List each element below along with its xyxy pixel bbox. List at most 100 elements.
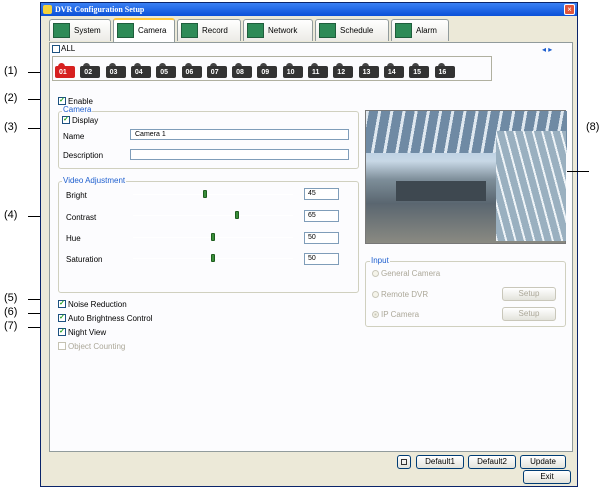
camera-button-05[interactable]: 05: [156, 63, 178, 79]
hue-label: Hue: [66, 234, 81, 243]
camera-preview-image: [365, 110, 567, 244]
camera-button-02[interactable]: 02: [80, 63, 102, 79]
description-field[interactable]: [130, 149, 349, 160]
camera-button-04[interactable]: 04: [130, 63, 153, 79]
contrast-value[interactable]: 65: [304, 210, 339, 222]
app-icon: [43, 5, 52, 14]
contrast-slider-track[interactable]: [133, 215, 293, 216]
tab-schedule[interactable]: Schedule: [315, 19, 389, 41]
exit-button[interactable]: Exit: [523, 470, 571, 484]
system-icon: [53, 23, 70, 38]
remote-dvr-radio[interactable]: [372, 291, 379, 298]
remote-dvr-setup-button[interactable]: Setup: [502, 287, 556, 301]
auto-brightness-label: Auto Brightness Control: [68, 314, 153, 323]
camera-number: 05: [160, 69, 168, 76]
tab-label: Record: [202, 26, 228, 35]
callout-5: (5): [4, 292, 18, 304]
camera-number: 16: [438, 69, 447, 76]
video-adjustment-title: Video Adjustment: [62, 176, 127, 185]
object-counting-checkbox[interactable]: [58, 342, 66, 350]
camera-icon: [117, 23, 134, 38]
input-group-title: Input: [370, 256, 390, 265]
camera-number: 03: [109, 69, 118, 76]
saturation-slider-thumb[interactable]: [211, 254, 215, 262]
contrast-label: Contrast: [66, 213, 97, 222]
camera-number: 14: [387, 69, 396, 76]
schedule-icon: [319, 23, 336, 38]
tab-label: Schedule: [340, 26, 374, 35]
default1-button[interactable]: Default1: [416, 455, 464, 469]
general-camera-radio[interactable]: [372, 270, 379, 277]
camera-button-12[interactable]: 12: [333, 63, 355, 79]
saturation-label: Saturation: [66, 255, 103, 264]
camera-number: 09: [261, 69, 270, 76]
camera-number: 11: [312, 69, 320, 76]
tab-alarm[interactable]: Alarm: [391, 19, 449, 41]
camera-button-15[interactable]: 15: [409, 63, 431, 79]
ip-camera-label: IP Camera: [381, 310, 420, 319]
ip-camera-radio[interactable]: [372, 311, 379, 318]
tab-system[interactable]: System: [49, 19, 111, 41]
enable-checkbox[interactable]: ✓: [58, 97, 66, 105]
camera-button-10[interactable]: 10: [282, 63, 305, 79]
camera-button-16[interactable]: 16: [434, 63, 457, 79]
preview-counter: [396, 181, 486, 201]
general-camera-label: General Camera: [381, 269, 441, 278]
camera-name-field[interactable]: Camera 1: [130, 129, 349, 140]
ip-camera-setup-button[interactable]: Setup: [502, 307, 556, 321]
display-checkbox[interactable]: ✓: [62, 116, 70, 124]
print-button[interactable]: [397, 455, 411, 469]
bright-slider-thumb[interactable]: [203, 190, 207, 198]
callout-7: (7): [4, 320, 18, 332]
contrast-slider-thumb[interactable]: [235, 211, 239, 219]
camera-number: 08: [236, 69, 244, 76]
camera-button-09[interactable]: 09: [257, 63, 279, 79]
camera-settings-panel: ALL ◂ ▸ ✓ Enable Camera ✓ Display Name C…: [49, 42, 589, 469]
tab-camera[interactable]: Camera: [113, 18, 175, 42]
camera-button-06[interactable]: 06: [181, 63, 204, 79]
description-label: Description: [63, 151, 104, 160]
camera-group-title: Camera: [62, 105, 93, 114]
tab-network[interactable]: Network: [243, 19, 313, 41]
name-label: Name: [63, 132, 85, 141]
auto-brightness-checkbox[interactable]: ✓: [58, 314, 66, 322]
night-view-checkbox[interactable]: ✓: [58, 328, 66, 336]
hue-slider-thumb[interactable]: [211, 233, 215, 241]
tab-label: Camera: [138, 26, 167, 35]
camera-number: 12: [337, 69, 346, 76]
camera-button-01[interactable]: 01: [55, 63, 77, 79]
camera-number: 07: [210, 69, 219, 76]
camera-button-11[interactable]: 11: [308, 63, 330, 79]
all-checkbox[interactable]: [52, 45, 60, 53]
default2-button[interactable]: Default2: [468, 455, 516, 469]
tab-label: Network: [268, 26, 298, 35]
camera-button-13[interactable]: 13: [358, 63, 381, 79]
bright-label: Bright: [66, 191, 87, 200]
tab-record[interactable]: Record: [177, 19, 241, 41]
callout-6: (6): [4, 306, 18, 318]
bright-slider-track[interactable]: [133, 194, 293, 195]
noise-reduction-checkbox[interactable]: ✓: [58, 300, 66, 308]
callout-2: (2): [4, 92, 18, 104]
close-button[interactable]: ×: [564, 4, 575, 15]
update-button[interactable]: Update: [520, 455, 566, 469]
saturation-value[interactable]: 50: [304, 253, 339, 265]
camera-scroll-arrows[interactable]: ◂ ▸: [542, 45, 552, 54]
record-icon: [181, 23, 198, 38]
title-bar: DVR Configuration Setup ×: [41, 3, 577, 16]
camera-button-08[interactable]: 08: [232, 63, 254, 79]
camera-number: 10: [286, 69, 295, 76]
camera-button-14[interactable]: 14: [383, 63, 406, 79]
remote-dvr-label: Remote DVR: [381, 290, 429, 299]
callout-8-line: [567, 171, 589, 172]
camera-number: 13: [362, 69, 371, 76]
hue-value[interactable]: 50: [304, 232, 339, 244]
camera-button-03[interactable]: 03: [105, 63, 128, 79]
preview-windows: [496, 131, 566, 241]
bright-value[interactable]: 45: [304, 188, 339, 200]
callout-3: (3): [4, 121, 18, 133]
display-label: Display: [72, 116, 99, 125]
camera-button-07[interactable]: 07: [206, 63, 229, 79]
callout-1: (1): [4, 65, 18, 77]
camera-number: 15: [413, 69, 421, 76]
